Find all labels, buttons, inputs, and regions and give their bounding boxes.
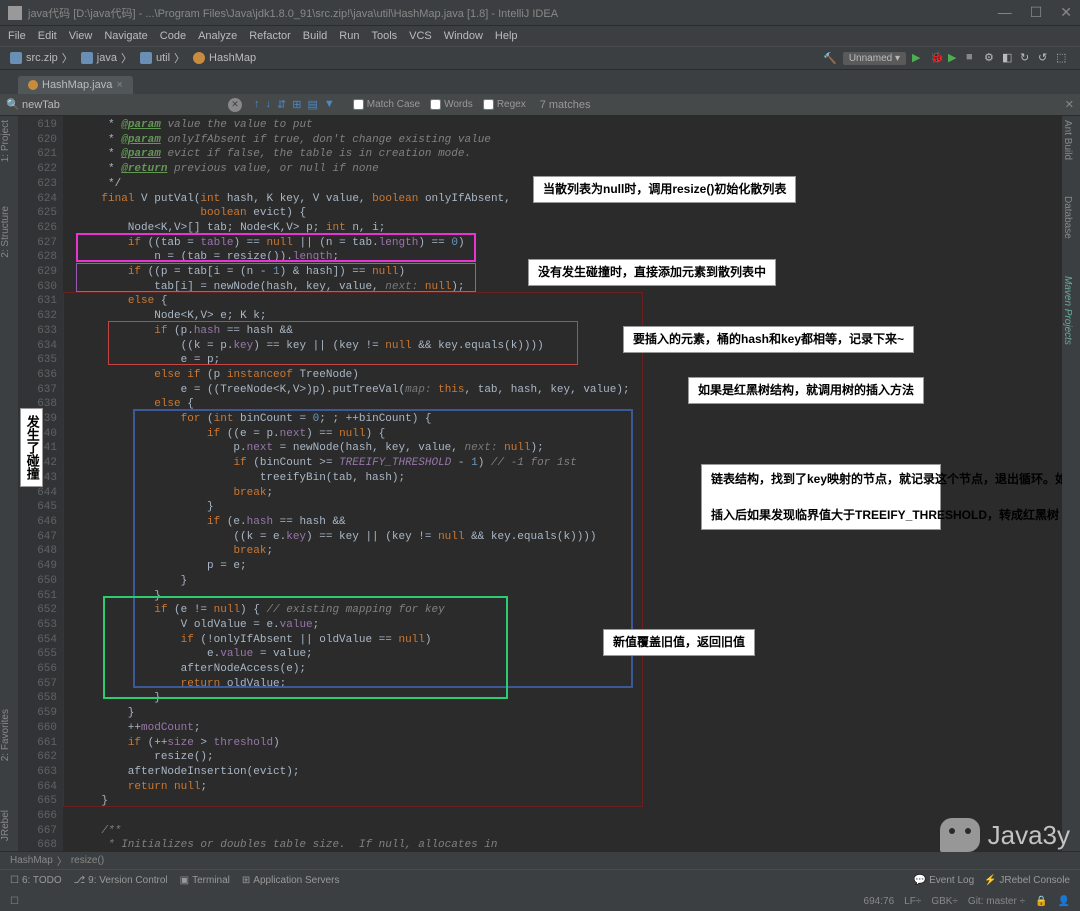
coverage-icon[interactable]: ▶ bbox=[948, 51, 962, 65]
clear-search-icon[interactable]: ✕ bbox=[228, 98, 242, 112]
menubar: File Edit View Navigate Code Analyze Ref… bbox=[0, 26, 1080, 46]
search-icon: 🔍 bbox=[6, 98, 20, 111]
nav-breadcrumb: src.zip〉 java〉 util〉 HashMap 🔨 Unnamed ▾… bbox=[0, 46, 1080, 70]
line-ending[interactable]: LF÷ bbox=[904, 896, 921, 907]
tw-todo[interactable]: ☐ 6: TODO bbox=[10, 875, 62, 886]
next-match-icon[interactable]: ↓ bbox=[266, 98, 272, 111]
app-icon bbox=[8, 6, 22, 20]
hector-icon[interactable]: 👤 bbox=[1058, 896, 1070, 907]
menu-vcs[interactable]: VCS bbox=[409, 30, 432, 42]
add-selection-icon[interactable]: ⊞ bbox=[292, 98, 301, 111]
window-controls: — ☐ ✕ bbox=[998, 4, 1072, 21]
menu-edit[interactable]: Edit bbox=[38, 30, 57, 42]
filter-icon[interactable]: ▤ bbox=[307, 98, 317, 111]
hammer-icon[interactable]: 🔨 bbox=[823, 52, 837, 65]
side-structure[interactable]: 2: Structure bbox=[0, 206, 11, 258]
tw-jrebel[interactable]: ⚡ JRebel Console bbox=[984, 875, 1070, 886]
titlebar: java代码 [D:\java代码] - ...\Program Files\J… bbox=[0, 0, 1080, 26]
callout-replace: 新值覆盖旧值，返回旧值 bbox=[603, 629, 755, 656]
tw-appservers[interactable]: ⊞ Application Servers bbox=[242, 875, 340, 886]
match-count: 7 matches bbox=[540, 99, 591, 111]
run-config[interactable]: Unnamed ▾ bbox=[843, 52, 906, 65]
maximize-button[interactable]: ☐ bbox=[1030, 4, 1043, 21]
side-ant[interactable]: Ant Build bbox=[1062, 120, 1073, 160]
tw-vc[interactable]: ⎇ 9: Version Control bbox=[74, 875, 168, 886]
callout-tree: 如果是红黑树结构，就调用树的插入方法 bbox=[688, 377, 924, 404]
callout-list: 链表结构，找到了key映射的节点，就记录这个节点，退出循环。如果没有找到，在链表… bbox=[701, 464, 941, 530]
menu-view[interactable]: View bbox=[69, 30, 93, 42]
menu-file[interactable]: File bbox=[8, 30, 26, 42]
callout-resize: 当散列表为null时，调用resize()初始化散列表 bbox=[533, 176, 796, 203]
cursor-pos: 694:76 bbox=[864, 896, 895, 907]
window-title: java代码 [D:\java代码] - ...\Program Files\J… bbox=[28, 5, 558, 21]
left-toolstrip: 1: Project 2: Structure 2: Favorites JRe… bbox=[0, 116, 18, 851]
close-button[interactable]: ✕ bbox=[1060, 4, 1072, 21]
right-toolstrip: Ant Build Database Maven Projects bbox=[1062, 116, 1080, 851]
side-collision-label: 发生了碰撞 bbox=[20, 408, 43, 487]
side-db[interactable]: Database bbox=[1062, 196, 1073, 239]
pkg-icon bbox=[81, 52, 93, 64]
stop-icon[interactable]: ■ bbox=[966, 51, 980, 65]
tab-close-icon[interactable]: × bbox=[116, 79, 122, 91]
wechat-icon bbox=[940, 818, 980, 852]
menu-help[interactable]: Help bbox=[495, 30, 518, 42]
select-all-icon[interactable]: ⇵ bbox=[277, 98, 286, 111]
side-project[interactable]: 1: Project bbox=[0, 120, 11, 162]
menu-code[interactable]: Code bbox=[160, 30, 186, 42]
menu-navigate[interactable]: Navigate bbox=[104, 30, 147, 42]
side-favorites[interactable]: 2: Favorites bbox=[0, 709, 11, 761]
toolwindow-bar: ☐ 6: TODO ⎇ 9: Version Control ▣ Termina… bbox=[0, 869, 1080, 891]
tool-icon3[interactable]: ↻ bbox=[1020, 51, 1034, 65]
menu-analyze[interactable]: Analyze bbox=[198, 30, 237, 42]
side-mvn[interactable]: Maven Projects bbox=[1062, 276, 1073, 345]
debug-icon[interactable]: 🐞 bbox=[930, 51, 944, 65]
bc-class[interactable]: HashMap bbox=[10, 855, 53, 866]
crumb-util[interactable]: util〉 bbox=[140, 50, 185, 66]
code-breadcrumb: HashMap〉 resize() bbox=[0, 851, 1080, 869]
editor-tabs: HashMap.java × bbox=[0, 70, 1080, 94]
run-icon[interactable]: ▶ bbox=[912, 51, 926, 65]
crumb-hashmap[interactable]: HashMap bbox=[193, 52, 256, 64]
menu-build[interactable]: Build bbox=[303, 30, 327, 42]
class-icon bbox=[193, 52, 205, 64]
code-editor[interactable]: 619 620 621 622 623 624 625 626 627 628 … bbox=[18, 116, 1062, 851]
tw-eventlog[interactable]: 💬 Event Log bbox=[914, 875, 974, 886]
tw-terminal[interactable]: ▣ Terminal bbox=[180, 875, 230, 886]
bc-method[interactable]: resize() bbox=[71, 855, 104, 866]
menu-tools[interactable]: Tools bbox=[371, 30, 397, 42]
statusbar: ☐ 694:76 LF÷ GBK÷ Git: master ÷ 🔒 👤 bbox=[0, 891, 1080, 911]
status-msg: ☐ bbox=[10, 896, 19, 907]
tool-icon4[interactable]: ↺ bbox=[1038, 51, 1052, 65]
encoding[interactable]: GBK÷ bbox=[931, 896, 958, 907]
side-jrebel[interactable]: JRebel bbox=[0, 810, 11, 841]
words-check[interactable]: Words bbox=[430, 99, 473, 110]
watermark-text: Java3y bbox=[988, 820, 1070, 851]
tool-icon2[interactable]: ◧ bbox=[1002, 51, 1016, 65]
search-input[interactable] bbox=[22, 99, 222, 111]
tab-hashmap[interactable]: HashMap.java × bbox=[18, 76, 133, 94]
minimize-button[interactable]: — bbox=[998, 4, 1012, 21]
watermark: Java3y bbox=[940, 818, 1070, 852]
lock-icon[interactable]: 🔒 bbox=[1035, 896, 1047, 907]
prev-match-icon[interactable]: ↑ bbox=[254, 98, 260, 111]
crumb-java[interactable]: java〉 bbox=[81, 50, 132, 66]
menu-refactor[interactable]: Refactor bbox=[249, 30, 291, 42]
find-bar: 🔍 ✕ ↑ ↓ ⇵ ⊞ ▤ ▼ Match Case Words Regex 7… bbox=[0, 94, 1080, 116]
callout-bucket: 要插入的元素，桶的hash和key都相等，记录下来~ bbox=[623, 326, 914, 353]
menu-window[interactable]: Window bbox=[444, 30, 483, 42]
git-branch[interactable]: Git: master ÷ bbox=[968, 896, 1025, 907]
tool-icon5[interactable]: ⬚ bbox=[1056, 51, 1070, 65]
crumb-src[interactable]: src.zip〉 bbox=[10, 50, 73, 66]
regex-check[interactable]: Regex bbox=[483, 99, 526, 110]
callout-nocollision: 没有发生碰撞时，直接添加元素到散列表中 bbox=[528, 259, 776, 286]
pkg-icon bbox=[140, 52, 152, 64]
more-icon[interactable]: ▼ bbox=[324, 98, 335, 111]
close-search-icon[interactable]: ✕ bbox=[1065, 98, 1074, 111]
zip-icon bbox=[10, 52, 22, 64]
class-icon bbox=[28, 80, 38, 90]
menu-run[interactable]: Run bbox=[339, 30, 359, 42]
match-case-check[interactable]: Match Case bbox=[353, 99, 420, 110]
code-area[interactable]: * @param value the value to put * @param… bbox=[63, 116, 1062, 851]
tool-icon[interactable]: ⚙ bbox=[984, 51, 998, 65]
